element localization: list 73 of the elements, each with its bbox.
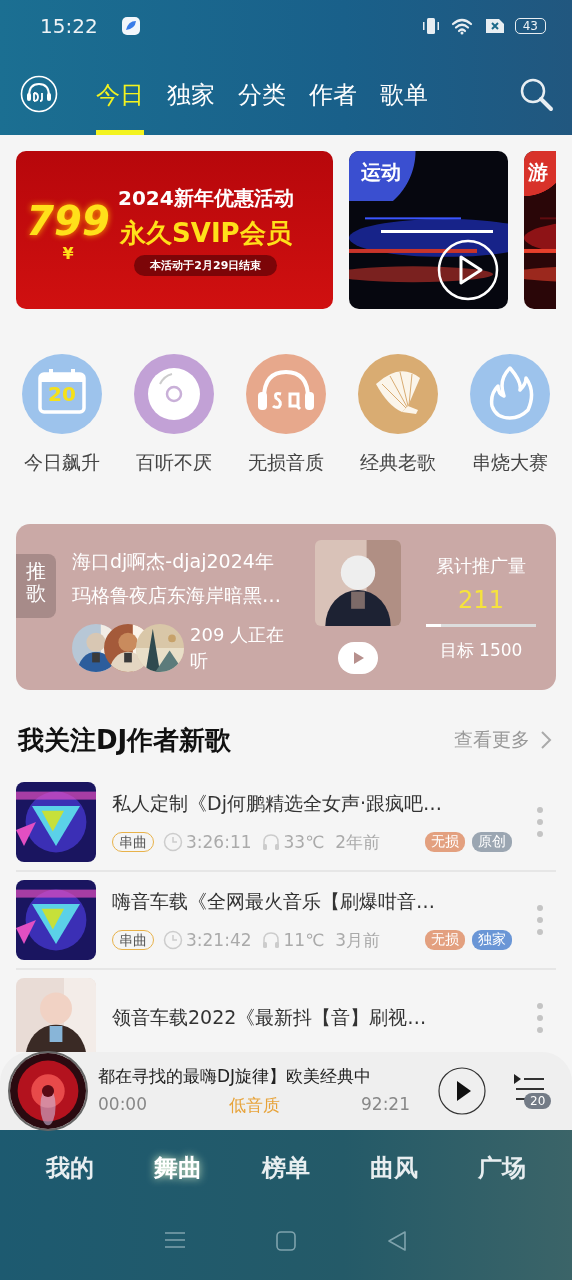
calendar-icon[interactable] <box>22 354 102 434</box>
quality-badge: 无损 <box>425 832 465 852</box>
headphones-icon[interactable] <box>246 354 326 434</box>
disc-icon[interactable] <box>134 354 214 434</box>
clock-icon <box>163 930 183 950</box>
wifi-icon <box>450 17 475 35</box>
elapsed-time: 00:00 <box>98 1094 147 1116</box>
nav-tab[interactable]: 分类 <box>238 52 286 135</box>
play-icon[interactable] <box>436 238 500 302</box>
more-icon[interactable] <box>536 1002 544 1034</box>
menu-icon[interactable] <box>164 1230 187 1250</box>
vibrate-icon <box>420 17 441 35</box>
shortcut-label: 经典老歌 <box>360 450 436 475</box>
listener-count: 209 人正在听 <box>190 623 286 673</box>
duration-text: 3:26:11 <box>186 832 252 852</box>
bottom-nav-tab[interactable]: 广场 <box>478 1152 526 1184</box>
stat-value: 211 <box>458 586 504 614</box>
status-time: 15:22 <box>40 14 98 38</box>
quality-badge: 独家 <box>472 930 512 950</box>
song-title: 嗨音车载《全网最火音乐【刷爆咁音… <box>112 888 436 914</box>
song-title: 私人定制《Dj何鹏精选全女声·跟疯吧… <box>112 790 443 816</box>
dj-logo-icon[interactable] <box>20 74 58 113</box>
quality-badge: 无损 <box>425 930 465 950</box>
date-text: 3月前 <box>335 928 381 952</box>
bottom-nav-tab[interactable]: 舞曲 <box>154 1152 202 1184</box>
shortcut-label: 串烧大赛 <box>472 450 548 475</box>
shortcut-label: 今日飙升 <box>24 450 100 475</box>
song-title: 领音车载2022《最新抖【音】刷视… <box>112 1005 428 1030</box>
bottom-nav-tab[interactable]: 曲风 <box>370 1152 418 1184</box>
bottom-nav-tab[interactable]: 我的 <box>46 1152 94 1184</box>
clock-icon <box>163 832 183 852</box>
bottom-nav-tab[interactable]: 榜单 <box>262 1152 310 1184</box>
gramophone-icon[interactable] <box>358 354 438 434</box>
back-icon[interactable] <box>385 1230 408 1252</box>
song-title: 海口dj啊杰-djaj2024年 <box>72 549 275 574</box>
heat-text: 11℃ <box>283 930 325 950</box>
battery-indicator: 43 <box>514 18 546 34</box>
more-icon[interactable] <box>536 806 544 838</box>
nav-tab[interactable]: 今日 <box>96 52 144 135</box>
recommend-badge: 推歌 <box>16 554 56 618</box>
heat-text: 33℃ <box>283 832 325 852</box>
song-row[interactable]: 私人定制《Dj何鹏精选全女声·跟疯吧… 串曲 3:26:11 33℃ 2年前 无损 原创 <box>16 774 556 872</box>
total-time: 92:21 <box>361 1094 410 1116</box>
nav-tab[interactable]: 歌单 <box>380 52 428 135</box>
headphones-icon <box>260 930 281 950</box>
banner-note: 本活动于2月29日结束 <box>134 254 278 276</box>
song-title: 玛格鲁夜店东海岸暗黑… <box>72 583 282 608</box>
shortcut-label: 无损音质 <box>248 450 324 475</box>
no-sim-icon <box>484 17 505 35</box>
target-text: 目标 1500 <box>439 639 523 662</box>
song-row[interactable]: 嗨音车载《全网最火音乐【刷爆咁音… 串曲 3:21:42 11℃ 3月前 无损 独家 <box>16 872 556 970</box>
home-icon[interactable] <box>275 1230 297 1252</box>
nav-tab[interactable]: 独家 <box>167 52 215 135</box>
quality-badge: 原创 <box>472 832 512 852</box>
date-text: 2年前 <box>335 830 381 854</box>
nav-tab[interactable]: 作者 <box>309 52 357 135</box>
chevron-icon <box>540 730 552 750</box>
stat-label: 累计推广量 <box>436 554 526 578</box>
banner-subhead: 永久SVIP会员 <box>120 216 292 250</box>
app-icon <box>121 17 140 35</box>
price-text: 799 <box>26 197 110 244</box>
more-icon[interactable] <box>536 904 544 936</box>
duration-text: 3:21:42 <box>186 930 252 950</box>
now-playing-title: 都在寻找的最嗨DJ旋律】欧美经典中 <box>98 1065 373 1088</box>
currency-text: ¥ <box>62 243 74 263</box>
queue-count: 20 <box>524 1093 552 1109</box>
section-title: 我关注DJ作者新歌 <box>18 723 233 757</box>
headphones-icon <box>260 832 281 852</box>
banner-headline: 2024新年优惠活动 <box>118 184 294 212</box>
calendar-day: 20 <box>40 382 84 406</box>
shortcut-label: 百听不厌 <box>136 450 212 475</box>
flame-icon[interactable] <box>470 354 550 434</box>
play-button[interactable] <box>438 1067 486 1115</box>
